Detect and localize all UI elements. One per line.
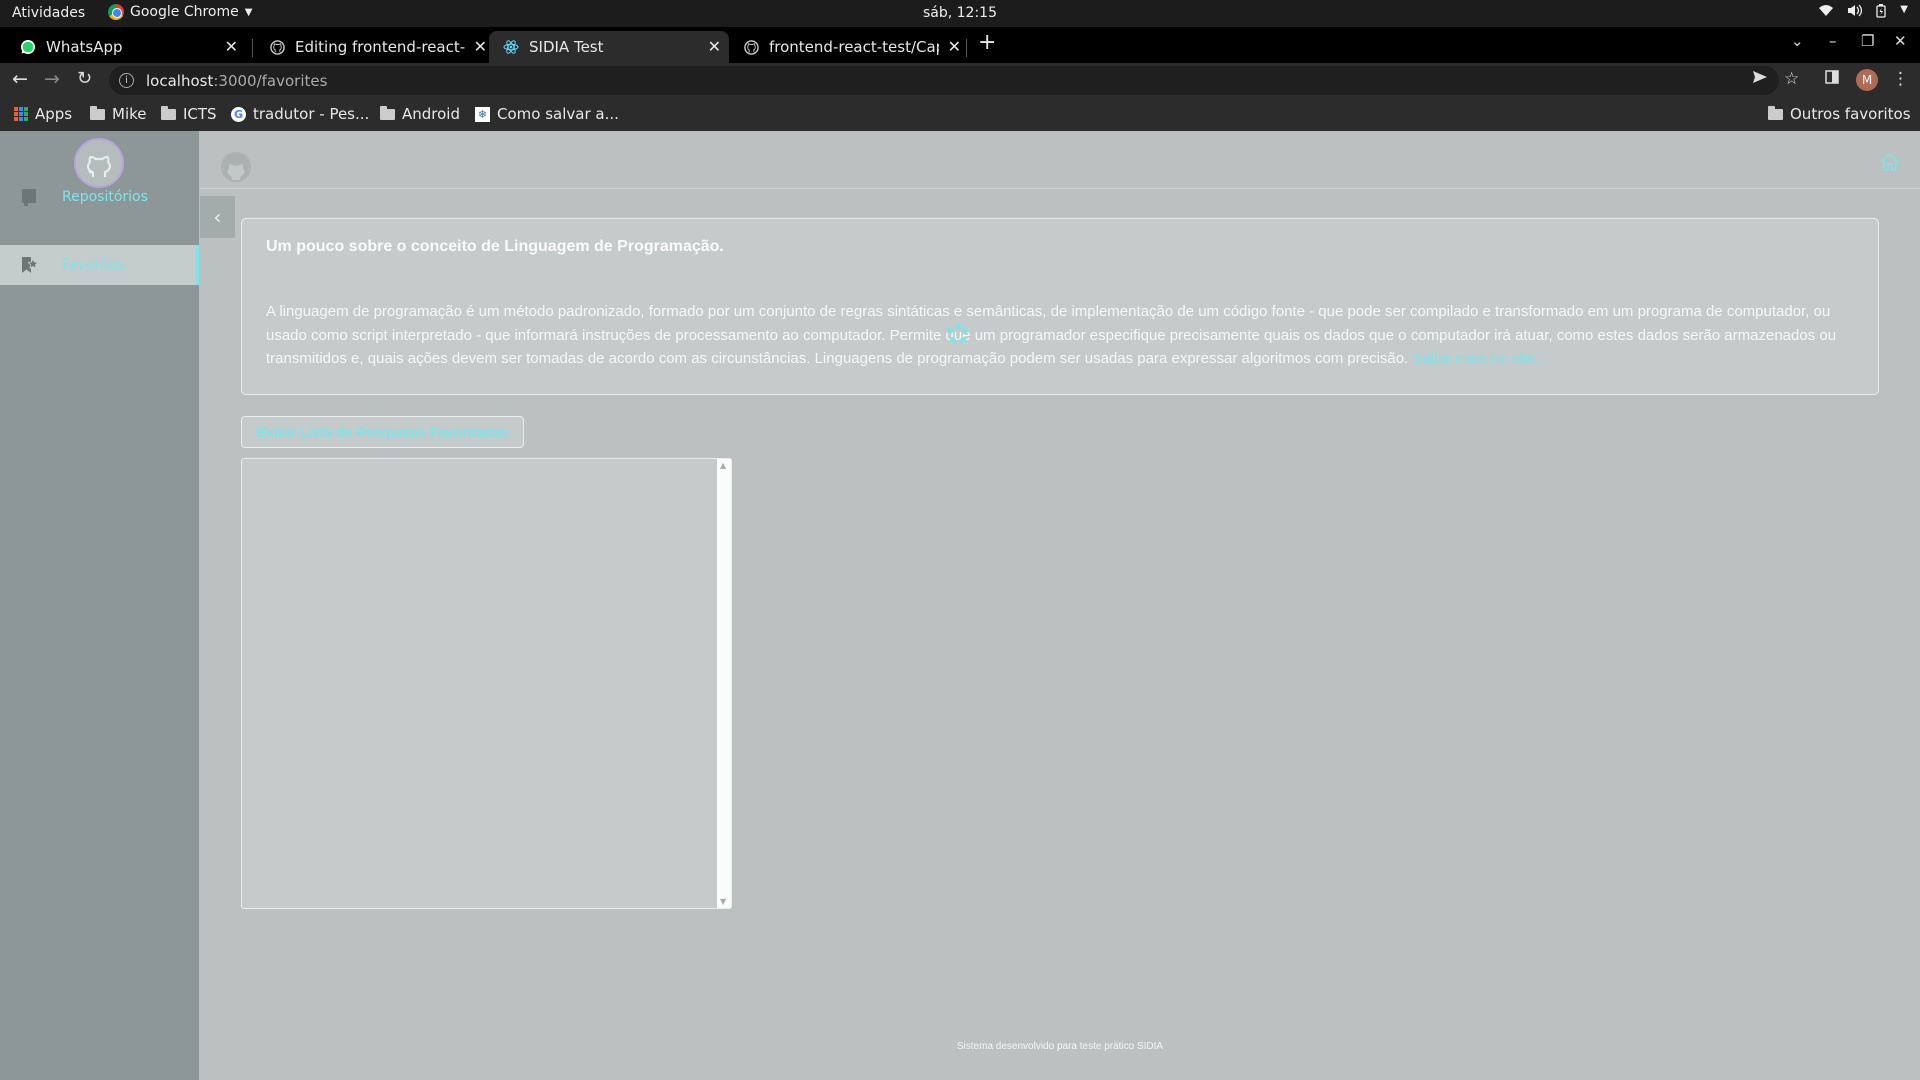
- scroll-down-arrow-icon[interactable]: ▼: [720, 897, 726, 906]
- bookmark-como-salvar[interactable]: ❄ Como salvar a...: [475, 105, 619, 123]
- site-favicon-icon: ❄: [475, 106, 490, 122]
- home-icon[interactable]: [1879, 151, 1901, 173]
- info-card: Um pouco sobre o conceito de Linguagem d…: [241, 218, 1879, 395]
- chevron-left-icon: ‹: [213, 205, 222, 229]
- close-tab-icon[interactable]: ✕: [708, 37, 721, 56]
- reload-icon[interactable]: ↻: [77, 68, 92, 89]
- github-icon: [743, 39, 759, 55]
- folder-icon: [90, 105, 105, 120]
- bookmark-label: Apps: [35, 105, 73, 123]
- site-info-icon[interactable]: i: [119, 73, 134, 88]
- saiba-mais-link[interactable]: Saiba mais no site...: [1412, 350, 1547, 367]
- tab-title: frontend-react-test/Capture: [769, 38, 939, 56]
- bookmark-label: Android: [402, 105, 460, 123]
- book-icon: [20, 188, 38, 206]
- close-tab-icon[interactable]: ✕: [225, 37, 238, 56]
- new-tab-button[interactable]: +: [978, 30, 996, 55]
- show-favorites-button[interactable]: Exibir Lista de Pesquisas Favoritadas: [241, 416, 524, 448]
- caret-down-icon: ▼: [244, 6, 253, 18]
- tab-title: Editing frontend-react-test: [295, 38, 465, 56]
- list-scrollbar[interactable]: ▲ ▼: [717, 459, 731, 908]
- wifi-icon: [1819, 4, 1834, 22]
- sidebar-item-favoritos[interactable]: Favoritos: [0, 245, 199, 285]
- bookmark-label: ICTS: [183, 105, 217, 123]
- url-host: localhost: [146, 71, 214, 90]
- address-bar[interactable]: i localhost:3000/favorites: [109, 66, 1779, 95]
- bookmark-star-icon[interactable]: ☆: [1784, 69, 1799, 89]
- system-clock[interactable]: sáb, 12:15: [0, 5, 1920, 21]
- tab-title: SIDIA Test: [529, 38, 604, 56]
- scroll-up-arrow-icon[interactable]: ▲: [720, 461, 726, 470]
- forward-arrow-icon[interactable]: →: [44, 68, 60, 90]
- web-page: Repositórios Favoritos ‹ Um pouco sobre …: [0, 131, 1920, 1080]
- tab-sidia-test[interactable]: SIDIA Test ✕: [489, 31, 729, 63]
- profile-avatar[interactable]: M: [1856, 69, 1878, 91]
- bookmark-label: Como salvar a...: [497, 105, 619, 123]
- folder-icon: [161, 105, 176, 120]
- google-icon: G: [231, 106, 246, 122]
- tab-separator: [252, 39, 253, 57]
- tab-search-icon[interactable]: ⌄: [1791, 32, 1804, 50]
- close-tab-icon[interactable]: ✕: [948, 37, 961, 56]
- card-body: A linguagem de programação é um método p…: [266, 300, 1856, 371]
- bookmark-label: tradutor - Pes...: [253, 105, 370, 123]
- apps-grid-icon: [14, 107, 28, 121]
- github-icon: [269, 39, 285, 55]
- activities-button[interactable]: Atividades: [12, 5, 85, 21]
- bookmark-folder-mike[interactable]: Mike: [90, 105, 147, 123]
- system-menu-caret-icon: ▼: [1900, 4, 1908, 15]
- bookmark-label: Outros favoritos: [1790, 105, 1911, 123]
- bookmark-folder-android[interactable]: Android: [380, 105, 460, 123]
- tab-whatsapp[interactable]: WhatsApp ✕: [6, 31, 246, 63]
- system-top-bar: Atividades Google Chrome ▼ sáb, 12:15 ▼: [0, 0, 1920, 27]
- sidebar: Repositórios Favoritos: [0, 131, 199, 1080]
- bookmark-apps[interactable]: Apps: [14, 105, 72, 123]
- minimize-icon[interactable]: –: [1829, 32, 1837, 50]
- tab-separator: [966, 39, 967, 57]
- chrome-icon: [108, 4, 124, 20]
- bookmark-outros-favoritos[interactable]: Outros favoritos: [1768, 105, 1911, 123]
- loading-spinner-icon: [947, 323, 969, 345]
- app-menu[interactable]: Google Chrome ▼: [108, 4, 252, 20]
- card-body-text: A linguagem de programação é um método p…: [266, 303, 1837, 367]
- folder-icon: [1768, 105, 1783, 120]
- tab-editing-frontend[interactable]: Editing frontend-react-test ✕: [255, 31, 495, 63]
- url-path: :3000/favorites: [213, 71, 328, 90]
- tab-title: WhatsApp: [46, 38, 123, 56]
- close-tab-icon[interactable]: ✕: [474, 37, 487, 56]
- side-panel-icon[interactable]: [1825, 69, 1839, 89]
- star-bookmark-icon: [20, 256, 38, 274]
- kebab-menu-icon[interactable]: ⋮: [1892, 69, 1909, 89]
- whatsapp-icon: [20, 39, 36, 55]
- back-arrow-icon[interactable]: ←: [12, 68, 28, 90]
- tab-strip: WhatsApp ✕ Editing frontend-react-test ✕…: [0, 27, 1920, 63]
- bookmark-folder-icts[interactable]: ICTS: [161, 105, 217, 123]
- volume-icon: [1847, 4, 1863, 22]
- app-menu-label: Google Chrome: [130, 4, 239, 20]
- browser-toolbar: ← → ↻ i localhost:3000/favorites ☆ M ⋮: [0, 63, 1920, 98]
- battery-icon: [1876, 4, 1886, 22]
- close-window-icon[interactable]: ✕: [1894, 32, 1907, 50]
- send-icon[interactable]: [1752, 69, 1768, 89]
- folder-icon: [380, 105, 395, 120]
- bookmarks-bar: Apps Mike ICTS G tradutor - Pes... Andro…: [0, 98, 1920, 131]
- sidebar-item-repositorios[interactable]: Repositórios: [0, 177, 199, 217]
- sidebar-item-label: Repositórios: [62, 189, 148, 205]
- collapse-sidebar-button[interactable]: ‹: [200, 196, 235, 238]
- github-icon: [220, 151, 252, 183]
- footer-text: Sistema desenvolvido para teste prático …: [956, 1041, 1164, 1052]
- bookmark-label: Mike: [112, 105, 147, 123]
- favorites-list[interactable]: ▲ ▼: [241, 458, 732, 909]
- sidebar-item-label: Favoritos: [62, 257, 126, 273]
- card-title: Um pouco sobre o conceito de Linguagem d…: [266, 238, 724, 255]
- system-tray[interactable]: ▼: [1819, 4, 1908, 22]
- bookmark-tradutor[interactable]: G tradutor - Pes...: [231, 105, 369, 123]
- react-icon: [503, 39, 519, 55]
- header-divider: [200, 188, 1920, 189]
- restore-icon[interactable]: ❐: [1861, 32, 1874, 50]
- tab-frontend-capture[interactable]: frontend-react-test/Capture ✕: [729, 31, 969, 63]
